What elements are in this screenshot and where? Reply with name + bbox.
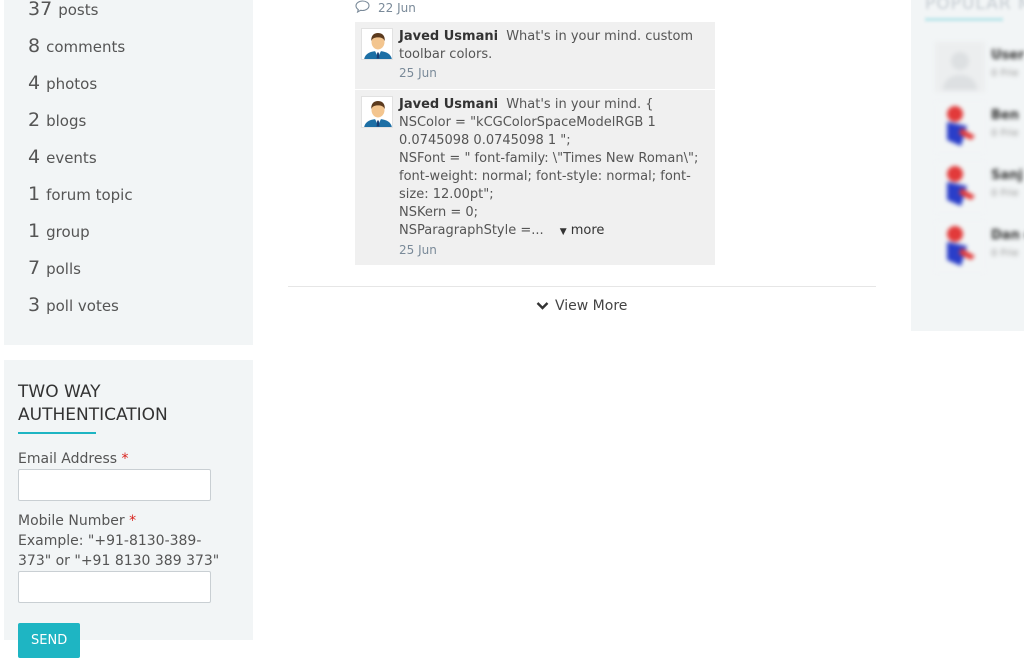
comment-line: NSKern = 0;: [399, 205, 479, 220]
stat-posts[interactable]: 37 posts: [28, 0, 98, 28]
stat-label: posts: [58, 1, 99, 19]
stat-group[interactable]: 1 group: [28, 220, 90, 250]
comment-line: NSParagraphStyle =...: [399, 223, 544, 238]
member-item[interactable]: Sanj 0 Frie: [935, 162, 1024, 212]
stat-photos[interactable]: 4 photos: [28, 72, 97, 102]
member-friends: 0 Frie: [991, 68, 1019, 79]
stat-label: polls: [46, 260, 81, 278]
comment-body: Javed Usmani What's in your mind. custom…: [399, 28, 709, 64]
divider: [288, 286, 876, 287]
member-name: Ben: [991, 108, 1019, 123]
title-underline: [18, 432, 96, 434]
view-more-button[interactable]: View More: [536, 298, 627, 314]
member-avatar: [935, 42, 985, 92]
member-avatar: [935, 102, 985, 152]
mobile-hint: Example: "+91-8130-389-373" or "+91 8130…: [18, 533, 220, 569]
activity-date: 22 Jun: [378, 1, 416, 15]
profile-stats-panel: 37 posts 8 comments 4 photos 2 blogs 4 e…: [4, 0, 253, 345]
heading-underline: [925, 18, 1003, 21]
avatar[interactable]: [361, 28, 393, 60]
required-marker: *: [129, 513, 137, 529]
stat-label: group: [46, 223, 90, 241]
comment-author[interactable]: Javed Usmani: [399, 29, 498, 44]
stat-count: 4: [28, 72, 41, 94]
stat-label: photos: [46, 75, 98, 93]
mobile-label: Mobile Number *: [18, 511, 239, 531]
stat-label: poll votes: [46, 297, 119, 315]
member-name: User: [991, 48, 1024, 63]
member-avatar: [935, 222, 985, 272]
stat-count: 2: [28, 109, 41, 131]
more-label: more: [570, 223, 605, 238]
stat-comments[interactable]: 8 comments: [28, 35, 125, 65]
mobile-label-text: Mobile Number: [18, 513, 125, 529]
mobile-field[interactable]: [18, 571, 211, 603]
member-friends: 0 Frie: [991, 248, 1019, 259]
member-item[interactable]: Dan c 0 Frie: [935, 222, 1024, 272]
stat-events[interactable]: 4 events: [28, 146, 97, 176]
email-field[interactable]: [18, 469, 211, 501]
stat-forum-topic[interactable]: 1 forum topic: [28, 183, 133, 213]
email-label: Email Address *: [18, 449, 239, 469]
two-way-auth-panel: TWO WAY AUTHENTICATION Email Address * M…: [4, 360, 253, 658]
comment-icon[interactable]: [355, 0, 378, 16]
stat-label: forum topic: [46, 186, 133, 204]
activity-meta: 22 Jun: [355, 0, 416, 16]
stat-polls[interactable]: 7 polls: [28, 257, 81, 287]
comment-item: Javed Usmani What's in your mind. custom…: [355, 22, 715, 89]
stat-count: 1: [28, 183, 41, 205]
stat-label: events: [46, 149, 97, 167]
more-link[interactable]: ▼ more: [560, 223, 605, 238]
comment-line: What's in your mind. {: [506, 97, 654, 112]
stat-count: 4: [28, 146, 41, 168]
member-item[interactable]: User 0 Frie: [935, 42, 1024, 92]
view-more-label: View More: [555, 298, 628, 314]
stat-label: blogs: [46, 112, 87, 130]
comment-date: 25 Jun: [399, 66, 437, 80]
stat-count: 37: [28, 0, 53, 20]
send-button[interactable]: SEND: [18, 623, 81, 658]
member-item[interactable]: Ben 0 Frie: [935, 102, 1024, 152]
caret-down-icon: ▼: [559, 227, 567, 237]
comment-line: NSFont = " font-family: \"Times New Roma…: [399, 151, 699, 202]
avatar[interactable]: [361, 96, 393, 128]
member-name: Sanj: [991, 168, 1023, 183]
popular-heading: POPULAR M: [925, 0, 1024, 14]
comment-line: NSColor = "kCGColorSpaceModelRGB 1 0.074…: [399, 115, 656, 148]
stat-count: 1: [28, 220, 41, 242]
member-name: Dan c: [991, 228, 1024, 243]
stat-label: comments: [46, 38, 126, 56]
required-marker: *: [121, 451, 129, 467]
popular-members-panel: POPULAR M User 0 Frie Ben 0 Frie Sanj 0 …: [911, 0, 1024, 331]
email-label-text: Email Address: [18, 451, 118, 467]
comment-date: 25 Jun: [399, 243, 437, 257]
stat-blogs[interactable]: 2 blogs: [28, 109, 86, 139]
member-friends: 0 Frie: [991, 128, 1019, 139]
stat-count: 3: [28, 294, 41, 316]
member-friends: 0 Frie: [991, 188, 1019, 199]
member-avatar: [935, 162, 985, 212]
auth-title: TWO WAY AUTHENTICATION: [18, 382, 168, 425]
stat-count: 7: [28, 257, 41, 279]
comment-body: Javed Usmani What's in your mind. { NSCo…: [399, 96, 709, 241]
comment-item: Javed Usmani What's in your mind. { NSCo…: [355, 90, 715, 265]
stat-count: 8: [28, 35, 41, 57]
chevron-down-icon: [536, 302, 549, 310]
comment-author[interactable]: Javed Usmani: [399, 97, 498, 112]
stat-poll-votes[interactable]: 3 poll votes: [28, 294, 119, 324]
